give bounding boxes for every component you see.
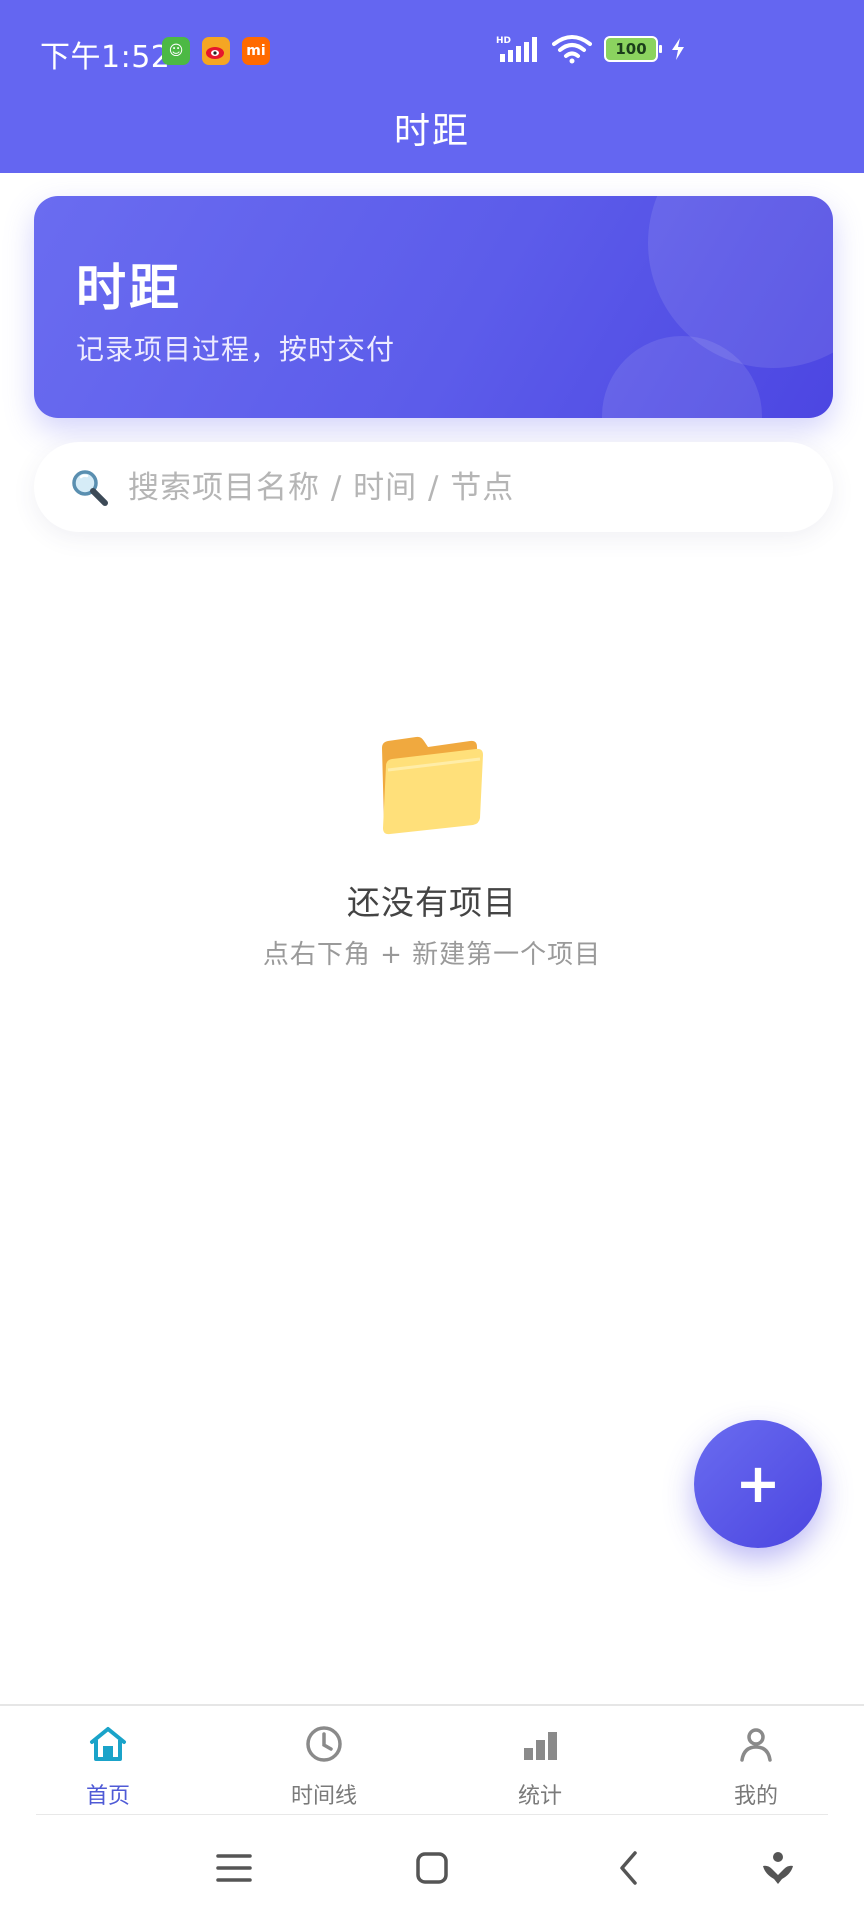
system-navigation-bar — [0, 1818, 864, 1920]
divider — [36, 1814, 828, 1815]
hero-title: 时距 — [76, 259, 182, 317]
search-input[interactable] — [126, 460, 790, 516]
tab-stats[interactable]: 统计 — [432, 1706, 648, 1818]
search-bar[interactable] — [34, 442, 833, 532]
back-icon[interactable] — [610, 1848, 650, 1888]
weibo-icon — [202, 37, 230, 65]
tab-timeline[interactable]: 时间线 — [216, 1706, 432, 1818]
tab-label: 我的 — [733, 1784, 778, 1809]
tab-home[interactable]: 首页 — [0, 1706, 216, 1818]
add-project-button[interactable]: + — [694, 1420, 822, 1548]
system-status: HD 100 — [496, 34, 686, 64]
home-icon — [90, 1727, 126, 1761]
user-icon — [740, 1728, 772, 1762]
status-time: 下午1:52 — [40, 40, 171, 75]
charging-icon — [672, 38, 684, 60]
app-notification-icon: ☺ — [162, 37, 190, 65]
folder-icon — [382, 736, 483, 835]
search-icon — [72, 470, 108, 506]
menu-icon[interactable] — [214, 1848, 254, 1888]
tab-label: 时间线 — [290, 1784, 357, 1809]
hero-subtitle: 记录项目过程，按时交付 — [76, 333, 396, 366]
mi-icon: mi — [242, 37, 270, 65]
tab-label: 统计 — [517, 1784, 562, 1809]
empty-state-hint: 点右下角 + 新建第一个项目 — [262, 940, 602, 970]
clock-icon — [306, 1726, 342, 1762]
svg-text:HD: HD — [496, 36, 511, 46]
empty-state-title: 还没有项目 — [347, 883, 517, 922]
page-title: 时距 — [393, 111, 470, 152]
bar-chart-icon — [524, 1732, 557, 1760]
hero-card: 时距 记录项目过程，按时交付 — [34, 196, 833, 418]
home-nav-icon[interactable] — [412, 1848, 452, 1888]
battery-indicator: 100 — [604, 36, 662, 62]
bottom-tab-bar: 首页 时间线 统计 我的 — [0, 1704, 864, 1818]
cellular-signal-icon: HD — [496, 36, 537, 62]
notification-icons: ☺ mi — [162, 37, 270, 65]
app-header: 下午1:52 ☺ mi HD 100 时距 — [0, 0, 864, 173]
wifi-icon — [552, 35, 592, 64]
tab-profile[interactable]: 我的 — [648, 1706, 864, 1818]
assistant-icon[interactable] — [758, 1848, 798, 1888]
tab-label: 首页 — [85, 1784, 130, 1809]
